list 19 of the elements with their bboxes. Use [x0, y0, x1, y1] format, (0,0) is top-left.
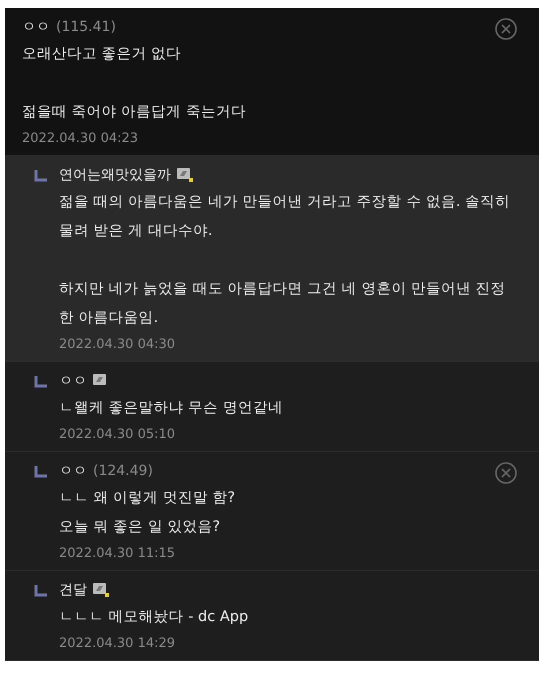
close-icon[interactable] — [495, 18, 517, 40]
author-name[interactable]: ㅇㅇ — [59, 372, 87, 390]
comment-text: 오래산다고 좋은거 없다 젊을때 죽어야 아름답게 죽는거다 — [22, 45, 247, 122]
ip-address: (124.49) — [93, 463, 153, 479]
comment-text: ㄴ왤케 좋은말하냐 무슨 명언같네 — [59, 399, 284, 418]
comment-text: 젊을 때의 아름다움은 네가 만들어낸 거라고 주장할 수 없음. 솔직히 물려 받은 게 대다수야. 하지만 네가 늙었을 때도 아름답다면 그건 네 영혼이 만들어낸 진정한 아름다움임. — [59, 193, 512, 328]
ip-address: (115.41) — [56, 19, 116, 35]
author-name[interactable]: 연어는왜맛있을까 — [59, 166, 171, 184]
comment-date: 2022.04.30 04:23 — [22, 130, 140, 148]
author-name[interactable]: ㅇㅇ — [59, 462, 87, 480]
close-icon[interactable] — [495, 462, 517, 484]
author-name[interactable]: 견달 — [59, 581, 87, 599]
comment-date: 2022.04.30 11:15 — [59, 545, 176, 563]
comment-date: 2022.04.30 05:10 — [59, 426, 176, 444]
comment-text: ㄴㄴㄴ 메모해놨다 - dc App — [59, 608, 250, 627]
comment-date: 2022.04.30 04:30 — [59, 336, 176, 354]
author-name[interactable]: ㅇㅇ — [22, 18, 50, 36]
comment-date: 2022.04.30 14:29 — [59, 635, 176, 653]
comment-text: ㄴㄴ 왜 이렇게 멋진말 함? 오늘 뭐 좋은 일 있었음? — [59, 489, 236, 537]
